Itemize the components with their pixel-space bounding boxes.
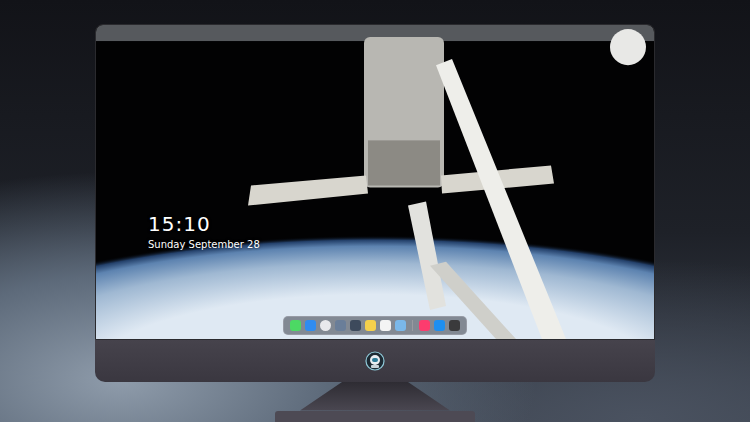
dock-app-icon[interactable]: [350, 320, 361, 331]
desktop-mockup: 15:10 Sunday September 28: [0, 0, 750, 422]
dock-separator: [412, 320, 413, 331]
dock-app-icon[interactable]: [380, 320, 391, 331]
astronaut-logo-icon: [365, 351, 385, 371]
dock-app-icon[interactable]: [290, 320, 301, 331]
monitor: 15:10 Sunday September 28: [95, 24, 655, 382]
monitor-base: [275, 411, 475, 422]
wallpaper-photo: [96, 25, 654, 339]
dock-app-icon[interactable]: [434, 320, 445, 331]
dock-app-icon[interactable]: [335, 320, 346, 331]
monitor-chin: [95, 340, 655, 382]
monitor-stand: [300, 382, 450, 411]
screen: 15:10 Sunday September 28: [95, 24, 655, 340]
dock-app-icon[interactable]: [320, 320, 331, 331]
dock-app-icon[interactable]: [449, 320, 460, 331]
dock: [283, 316, 467, 335]
dock-app-icon[interactable]: [365, 320, 376, 331]
dock-app-icon[interactable]: [419, 320, 430, 331]
dock-app-icon[interactable]: [395, 320, 406, 331]
dock-app-icon[interactable]: [305, 320, 316, 331]
lock-clock: 15:10 Sunday September 28: [148, 213, 260, 251]
clock-date: Sunday September 28: [148, 238, 260, 251]
clock-time: 15:10: [148, 213, 260, 236]
